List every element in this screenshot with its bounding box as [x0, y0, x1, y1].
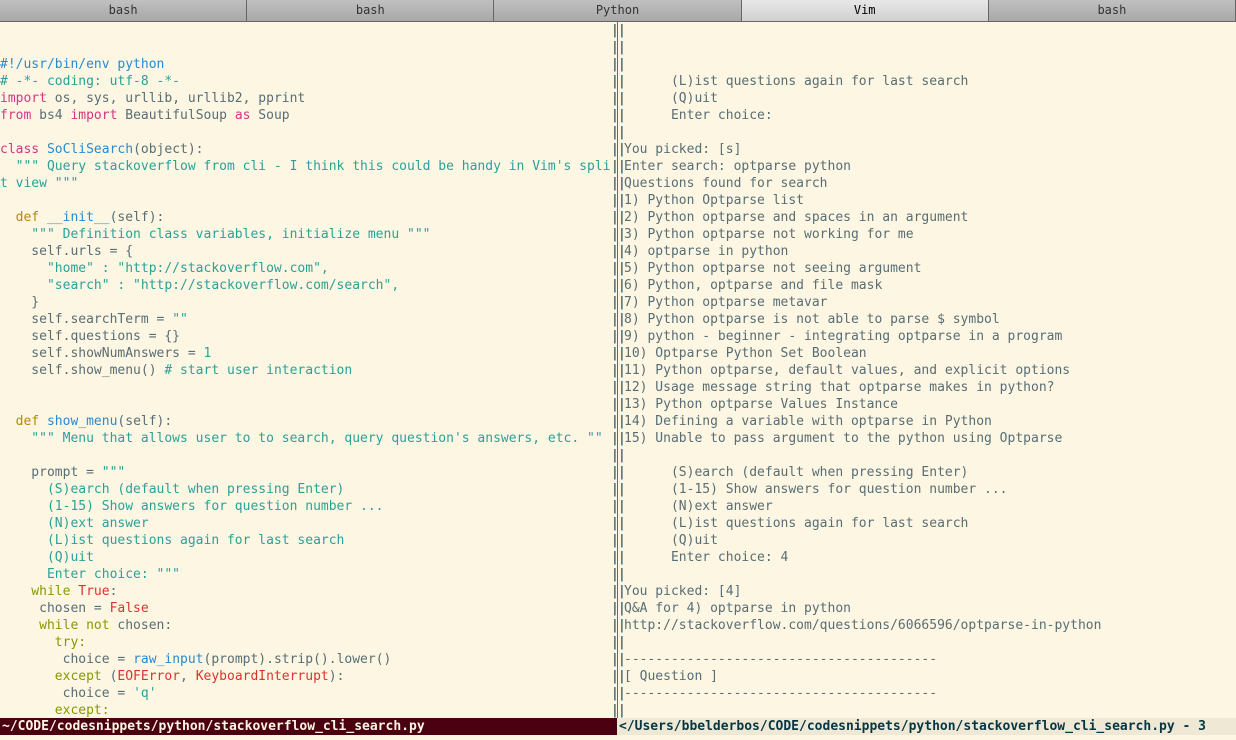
prompt-3: (N)ext answer: [0, 516, 149, 531]
kw-while2: while: [0, 618, 86, 633]
kw-while1: while: [0, 584, 78, 599]
line-urls-close: }: [0, 295, 39, 310]
line-questions: self.questions = {}: [0, 329, 180, 344]
kw-def2: def: [16, 414, 39, 429]
status-left: ~/CODE/codesnippets/python/stackoverflow…: [0, 718, 617, 735]
tab-vim[interactable]: Vim: [742, 0, 989, 21]
output-content: (L)ist questions again for last search (…: [624, 73, 1236, 718]
workspace: #!/usr/bin/env python # -*- coding: utf-…: [0, 22, 1236, 718]
def1-sig: (self):: [110, 210, 165, 225]
line-num: self.showNumAnswers =: [0, 346, 204, 361]
prompt-assign: prompt =: [0, 465, 102, 480]
eoferror: EOFError: [117, 669, 180, 684]
line-search: "search" : "http://stackoverflow.com/sea…: [0, 278, 399, 293]
prompt-5: (Q)uit: [0, 550, 94, 565]
kw-import: import: [0, 91, 47, 106]
shebang-line: #!/usr/bin/env python: [0, 57, 164, 72]
kw-def1: def: [16, 210, 39, 225]
kbi: KeyboardInterrupt: [196, 669, 329, 684]
line-num-v: 1: [204, 346, 212, 361]
chosen-assign: chosen =: [0, 601, 110, 616]
prompt-6: Enter choice: """: [0, 567, 180, 582]
q-lit: 'q': [133, 686, 156, 701]
tab-bash-1[interactable]: bash: [0, 0, 247, 21]
kw-try: try:: [0, 635, 86, 650]
class-base: (object):: [133, 142, 203, 157]
alias: Soup: [250, 108, 289, 123]
kw-class: class: [0, 142, 39, 157]
line-urls: self.urls = {: [0, 244, 133, 259]
tab-bash-2[interactable]: bash: [247, 0, 494, 21]
prompt-2: (1-15) Show answers for question number …: [0, 499, 384, 514]
coding-line: # -*- coding: utf-8 -*-: [0, 74, 180, 89]
false-lit: False: [110, 601, 149, 616]
raw-input: raw_input: [133, 652, 203, 667]
docstring-3: """ Menu that allows user to to search, …: [0, 431, 603, 446]
code-content: #!/usr/bin/env python # -*- coding: utf-…: [0, 56, 617, 718]
kw-not: not: [86, 618, 109, 633]
prompt-1: (S)earch (default when pressing Enter): [0, 482, 344, 497]
kw-import2: import: [70, 108, 117, 123]
tab-python[interactable]: Python: [494, 0, 741, 21]
line-menu-c: # start user interaction: [164, 363, 352, 378]
import-list: os, sys, urllib, urllib2, pprint: [47, 91, 305, 106]
bs-name: BeautifulSoup: [117, 108, 234, 123]
status-bar: ~/CODE/codesnippets/python/stackoverflow…: [0, 718, 1236, 735]
docstring-1: """ Query stackoverflow from cli - I thi…: [0, 159, 610, 174]
class-name: SoCliSearch: [39, 142, 133, 157]
line-term: self.searchTerm =: [0, 312, 172, 327]
kw-as: as: [235, 108, 251, 123]
choice-q: choice =: [0, 686, 133, 701]
def-showmenu: show_menu: [39, 414, 117, 429]
prompt-open: """: [102, 465, 125, 480]
docstring-2: """ Definition class variables, initiali…: [0, 227, 430, 242]
docstring-1b: t view """: [0, 176, 78, 191]
tab-bar: bash bash Python Vim bash: [0, 0, 1236, 22]
right-split-edge: ||||||||||||||||||||||||||||||||||||||||…: [618, 22, 624, 718]
def-init: __init__: [39, 210, 109, 225]
choice-rest: (prompt).strip().lower(): [204, 652, 392, 667]
status-right: </Users/bbelderbos/CODE/codesnippets/pyt…: [617, 718, 1236, 735]
output-pane[interactable]: ||||||||||||||||||||||||||||||||||||||||…: [617, 22, 1236, 718]
line-home: "home" : "http://stackoverflow.com",: [0, 261, 329, 276]
code-pane[interactable]: #!/usr/bin/env python # -*- coding: utf-…: [0, 22, 617, 718]
kw-except1: except: [0, 669, 110, 684]
kw-except2: except:: [0, 703, 110, 718]
colon1: :: [110, 584, 118, 599]
paren-close: ):: [329, 669, 345, 684]
true-lit: True: [78, 584, 109, 599]
def2-sig: (self):: [117, 414, 172, 429]
tab-bash-3[interactable]: bash: [989, 0, 1236, 21]
prompt-4: (L)ist questions again for last search: [0, 533, 344, 548]
line-menu: self.show_menu(): [0, 363, 164, 378]
comma: ,: [180, 669, 196, 684]
line-term-v: "": [172, 312, 188, 327]
choice-assign: choice =: [0, 652, 133, 667]
kw-from: from: [0, 108, 31, 123]
chosen-cond: chosen:: [110, 618, 173, 633]
mod-bs4: bs4: [31, 108, 70, 123]
